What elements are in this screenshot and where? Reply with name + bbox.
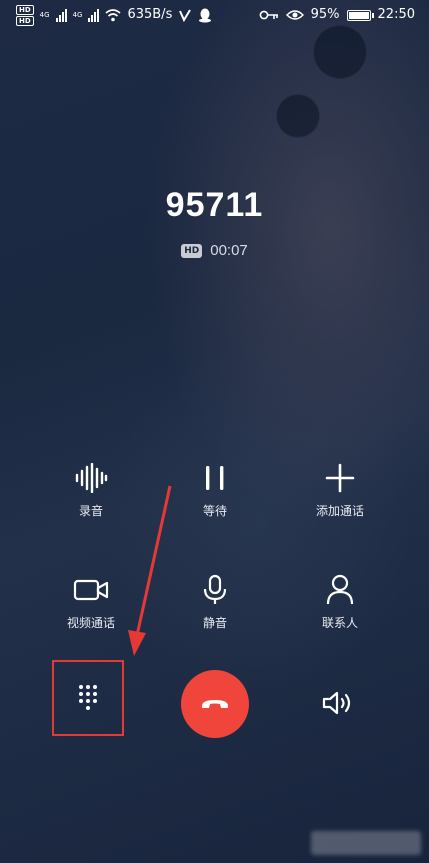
call-duration: 00:07 — [210, 242, 248, 259]
speaker-icon — [322, 691, 351, 715]
status-bar: HD HD 4G 4G 635B/s 95% 22:50 — [0, 0, 429, 30]
hd-indicators: HD HD — [16, 4, 34, 26]
eye-comfort-icon — [285, 10, 304, 20]
status-left: HD HD 4G 4G 635B/s — [16, 4, 212, 26]
status-right: 95% 22:50 — [259, 6, 415, 24]
video-camera-icon — [73, 579, 109, 601]
qq-icon — [199, 8, 212, 22]
contacts-button[interactable]: 联系人 — [285, 572, 395, 631]
watermark — [311, 831, 421, 855]
add-call-button[interactable]: 添加通话 — [285, 460, 395, 519]
person-icon — [326, 574, 354, 605]
wallpaper-bubble — [313, 25, 367, 79]
battery-fill — [348, 11, 369, 19]
signal-icon — [55, 8, 67, 22]
contacts-label: 联系人 — [321, 616, 358, 630]
battery-icon — [346, 9, 374, 21]
clock: 22:50 — [377, 7, 415, 22]
mute-button[interactable]: 静音 — [160, 572, 270, 631]
end-call-button[interactable] — [181, 670, 249, 738]
call-status: HD 00:07 — [0, 242, 429, 259]
signal-icon-2 — [88, 8, 100, 22]
key-icon — [259, 10, 278, 20]
battery-percent: 95% — [310, 7, 340, 22]
network-type-1: 4G — [39, 11, 50, 19]
dialpad-icon — [79, 685, 97, 710]
speaker-button[interactable] — [320, 684, 358, 722]
vpn-check-icon — [179, 9, 192, 22]
dialpad-button[interactable] — [52, 660, 124, 736]
record-label: 录音 — [78, 504, 103, 518]
waveform-icon — [75, 463, 108, 493]
microphone-icon — [203, 574, 227, 604]
video-call-label: 视频通话 — [66, 616, 115, 630]
pause-icon — [206, 466, 224, 490]
hd-indicator-2: HD — [16, 15, 34, 26]
record-button[interactable]: 录音 — [36, 460, 146, 519]
wallpaper-bubble — [276, 94, 320, 138]
network-type-2: 4G — [72, 11, 83, 19]
hang-up-icon — [202, 700, 228, 708]
network-speed: 635B/s — [127, 7, 173, 22]
hd-indicator-1: HD — [16, 4, 34, 15]
mute-label: 静音 — [202, 616, 227, 630]
hd-voice-badge: HD — [181, 243, 203, 258]
video-call-button[interactable]: 视频通话 — [36, 572, 146, 631]
caller-number: 95711 — [165, 186, 264, 224]
hold-button[interactable]: 等待 — [160, 460, 270, 519]
wifi-icon — [105, 9, 121, 22]
add-call-label: 添加通话 — [315, 504, 364, 518]
plus-icon — [325, 463, 355, 493]
hold-label: 等待 — [202, 504, 227, 518]
